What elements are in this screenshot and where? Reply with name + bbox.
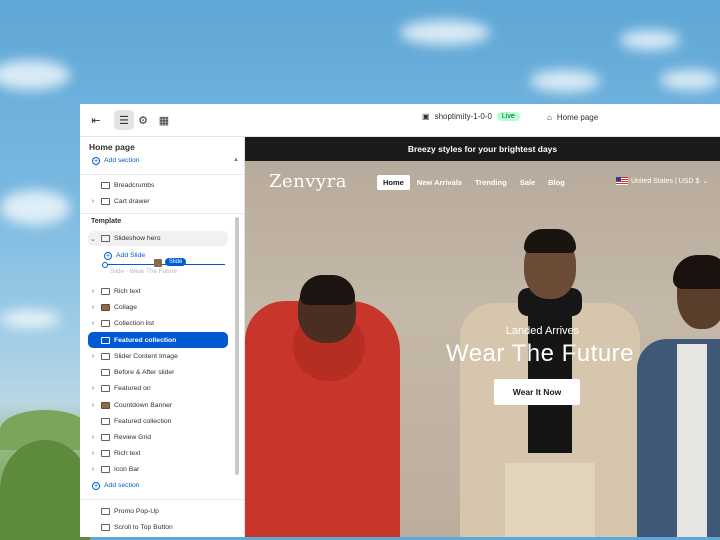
section-collection-list[interactable]: › Collection list (88, 316, 228, 331)
dragging-slide-ghost: Slide - Wear The Future (110, 268, 177, 275)
section-icon (101, 434, 110, 441)
store-selector[interactable]: ▣ shoptimity-1-0-0 Live (422, 112, 520, 121)
section-icon (101, 235, 110, 242)
section-slideshow-hero[interactable]: ⌄ Slideshow hero (88, 231, 228, 246)
hero-title: Wear The Future (445, 340, 635, 367)
section-collage[interactable]: › Collage (88, 300, 228, 315)
theme-editor-window: ⇤ ☰ ⚙ ▦ ▣ shoptimity-1-0-0 Live ⌂ Home p… (80, 104, 720, 537)
section-icon (101, 508, 110, 515)
scroll-up-icon[interactable]: ▲ (233, 157, 239, 163)
chevron-right-icon[interactable]: › (88, 385, 98, 392)
divider (80, 174, 244, 175)
live-badge: Live (496, 112, 520, 121)
drag-tag[interactable]: Slide (165, 258, 187, 266)
section-icon-bar[interactable]: › Icon Bar (88, 462, 228, 477)
plus-circle-icon: + (92, 481, 100, 490)
plus-circle-icon: + (92, 156, 100, 165)
nav-new-arrivals[interactable]: New Arrivals (411, 175, 468, 190)
section-rich-text-2[interactable]: › Rich text (88, 446, 228, 461)
section-slider-content-image[interactable]: › Slider Content Image (88, 349, 228, 364)
section-breadcrumbs[interactable]: Breadcrumbs (88, 178, 228, 193)
apps-icon[interactable]: ▦ (154, 110, 174, 130)
template-label: Template (91, 218, 122, 225)
section-icon (101, 320, 110, 327)
add-section-bottom[interactable]: + Add section (88, 478, 228, 493)
sections-icon[interactable]: ☰ (114, 110, 134, 130)
chevron-down-icon: ⌄ (702, 178, 709, 185)
sections-sidebar: Home page ▲ + Add section Breadcrumbs › … (80, 137, 245, 537)
sidebar-title: Home page (89, 142, 135, 152)
section-icon (101, 288, 110, 295)
home-icon: ⌂ (547, 113, 552, 122)
nav-home[interactable]: Home (377, 175, 410, 190)
drop-indicator-dot (102, 262, 108, 268)
chevron-right-icon[interactable]: › (88, 434, 98, 441)
editor-topbar: ⇤ ☰ ⚙ ▦ ▣ shoptimity-1-0-0 Live ⌂ Home p… (80, 104, 720, 137)
nav-trending[interactable]: Trending (469, 175, 513, 190)
section-rich-text[interactable]: › Rich text (88, 284, 228, 299)
section-scroll-to-top[interactable]: Scroll to Top Button (88, 520, 228, 535)
store-icon: ▣ (422, 112, 430, 121)
image-icon (101, 304, 110, 311)
section-icon (101, 198, 110, 205)
section-icon (101, 353, 110, 360)
chevron-right-icon[interactable]: › (88, 198, 98, 205)
slide-thumbnail-icon (154, 259, 162, 267)
add-section-top[interactable]: + Add section (88, 153, 228, 168)
nav-sale[interactable]: Sale (514, 175, 541, 190)
divider (80, 213, 244, 214)
chevron-right-icon[interactable]: › (88, 288, 98, 295)
section-icon (101, 466, 110, 473)
section-icon (101, 182, 110, 189)
main-navigation: Home New Arrivals Trending Sale Blog (377, 175, 572, 190)
image-icon (101, 402, 110, 409)
chevron-down-icon[interactable]: ⌄ (88, 235, 98, 243)
section-icon (101, 385, 110, 392)
plus-circle-icon: + (104, 251, 112, 260)
chevron-right-icon[interactable]: › (88, 353, 98, 360)
section-featured-collection-2[interactable]: Featured collection (88, 414, 228, 429)
storefront-preview: Breezy styles for your brightest days Ze… (245, 137, 720, 537)
announcement-bar: Breezy styles for your brightest days (245, 137, 720, 161)
section-icon (101, 450, 110, 457)
model-right-image (637, 255, 720, 537)
slideshow-hero: Zenvyra Home New Arrivals Trending Sale … (245, 161, 720, 537)
chevron-right-icon[interactable]: › (88, 466, 98, 473)
section-review-grid[interactable]: › Review Grid (88, 430, 228, 445)
chevron-right-icon[interactable]: › (88, 320, 98, 327)
section-featured-collection-selected[interactable]: Featured collection (88, 332, 228, 348)
section-before-after-slider[interactable]: Before & After slider (88, 365, 228, 380)
settings-icon[interactable]: ⚙ (133, 110, 153, 130)
chevron-right-icon[interactable]: › (88, 304, 98, 311)
page-selector-label: Home page (556, 113, 599, 122)
divider (80, 499, 244, 500)
chevron-right-icon[interactable]: › (88, 450, 98, 457)
section-promo-popup[interactable]: Promo Pop-Up (88, 504, 228, 519)
us-flag-icon (616, 177, 628, 185)
section-icon (101, 336, 110, 344)
locale-label: United States | USD $ (631, 177, 700, 185)
store-name: shoptimity-1-0-0 (434, 112, 492, 121)
section-cart-drawer[interactable]: › Cart drawer (88, 194, 228, 209)
locale-selector[interactable]: United States | USD $ ⌄ (616, 177, 708, 185)
model-left-image (245, 275, 400, 537)
section-icon (101, 369, 110, 376)
page-selector[interactable]: ⌂ Home page (547, 113, 598, 122)
hero-cta-button[interactable]: Wear It Now (494, 379, 580, 405)
section-countdown-banner[interactable]: › Countdown Banner (88, 398, 228, 413)
section-icon (101, 418, 110, 425)
nav-blog[interactable]: Blog (542, 175, 571, 190)
store-logo[interactable]: Zenvyra (269, 171, 347, 192)
sidebar-scrollbar[interactable] (235, 217, 239, 475)
section-icon (101, 524, 110, 531)
section-featured-on[interactable]: › Featured on (88, 381, 228, 396)
chevron-right-icon[interactable]: › (88, 402, 98, 409)
hero-subtitle: Landed Arrives (505, 325, 580, 337)
exit-icon[interactable]: ⇤ (86, 110, 106, 130)
